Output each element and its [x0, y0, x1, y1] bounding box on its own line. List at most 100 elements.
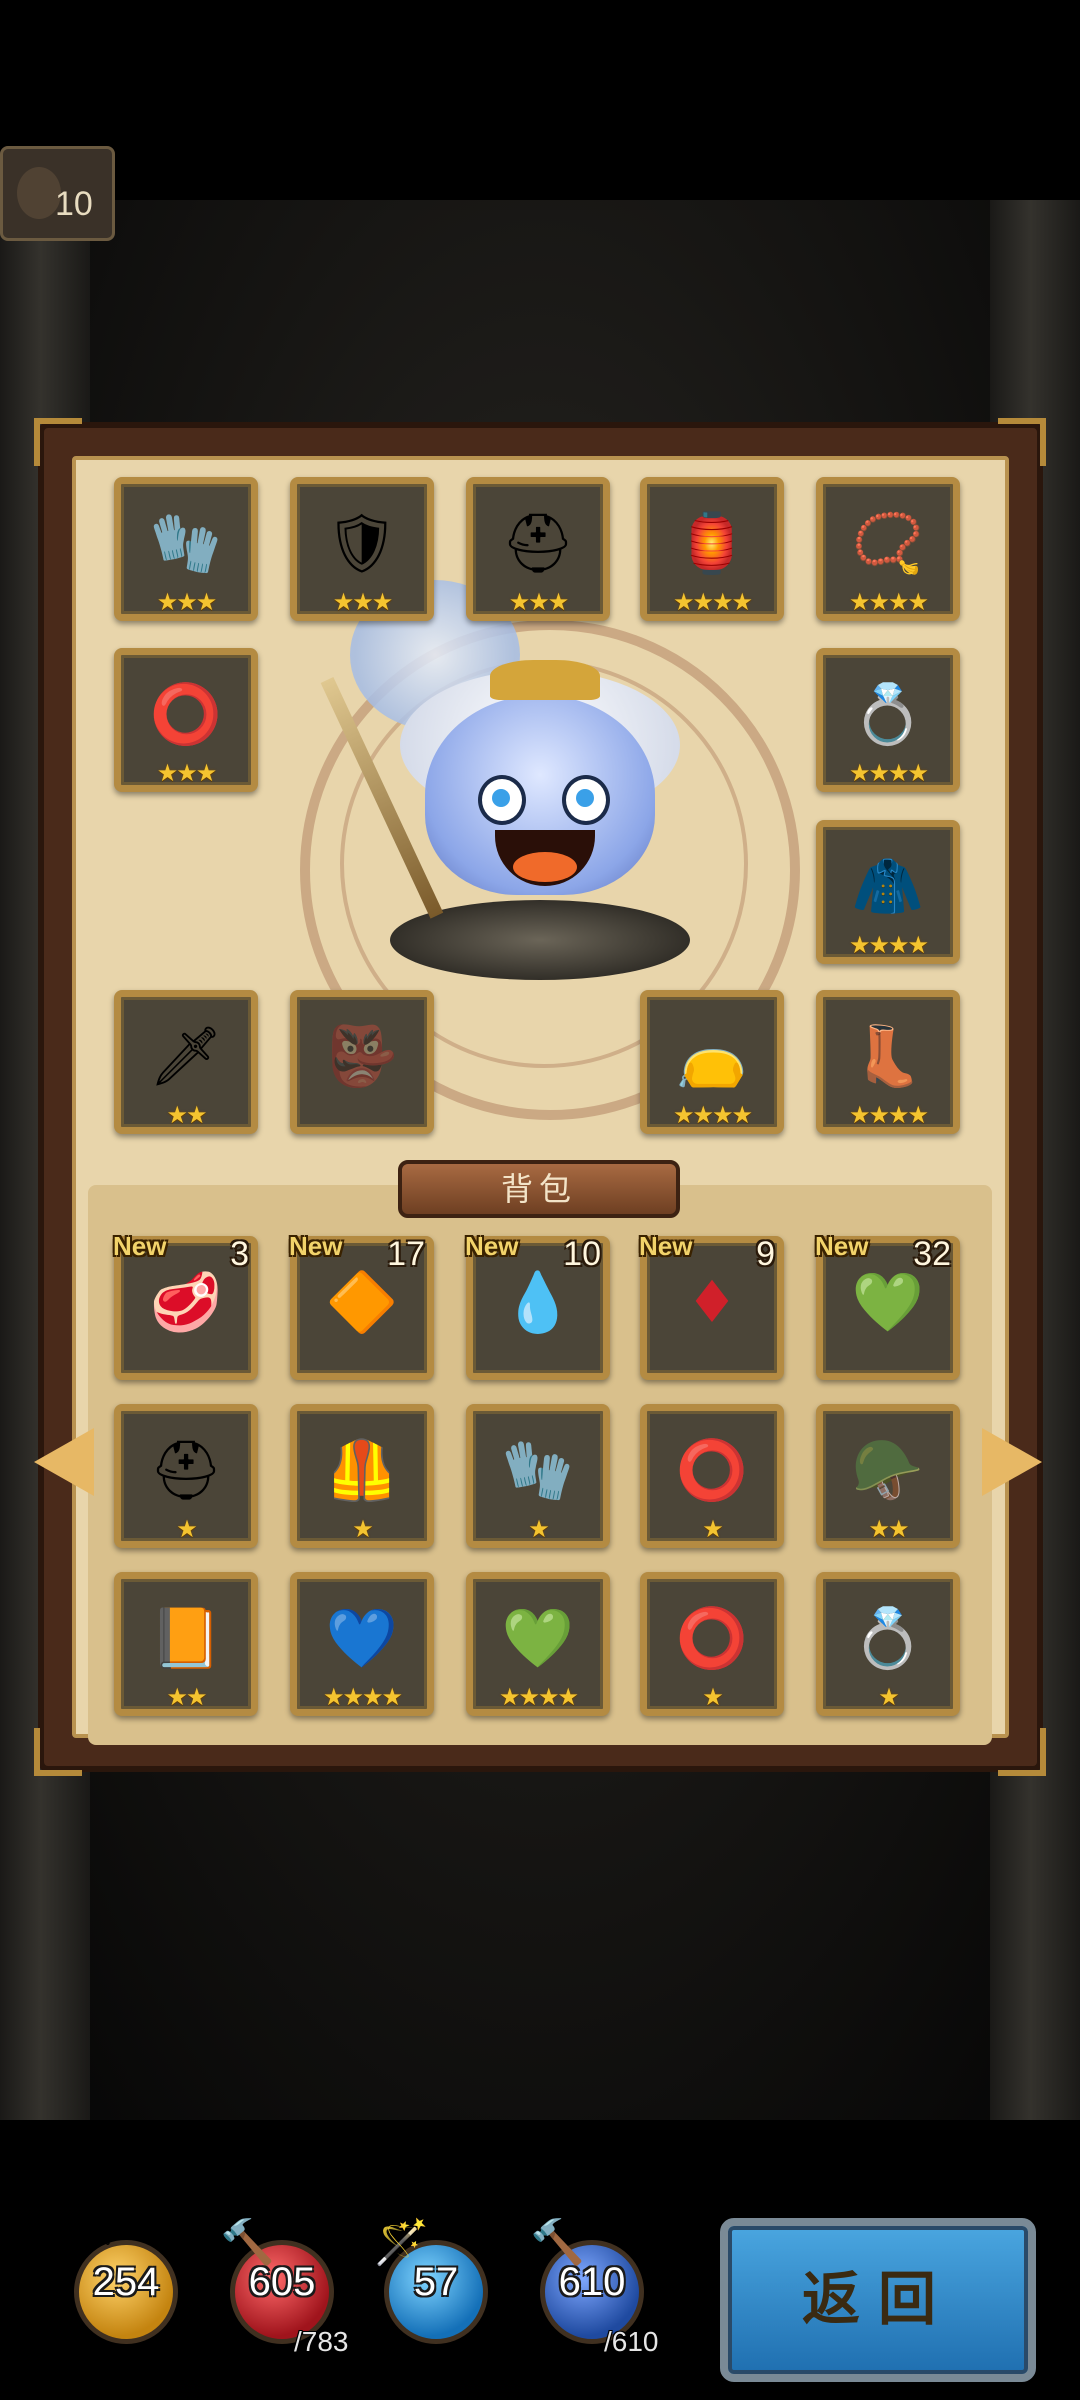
star-rating: ★★★	[156, 759, 218, 787]
equip-slot[interactable]: 🏮 ★★★★	[640, 477, 784, 621]
next-page-arrow-icon[interactable]	[982, 1428, 1042, 1496]
predator-helmet-icon: 🪖	[851, 1436, 925, 1504]
equip-slot[interactable]: 💍 ★★★★	[816, 648, 960, 792]
bag-item[interactable]: ⛑ ★	[114, 1404, 258, 1548]
star-rating: ★★★★	[848, 588, 929, 616]
star-rating: ★★★★	[848, 1101, 929, 1129]
equip-slot-empty[interactable]: 👺	[290, 990, 434, 1134]
mask-icon: 👺	[325, 1022, 399, 1090]
prev-page-arrow-icon[interactable]	[34, 1428, 94, 1496]
item-count: 10	[563, 1235, 601, 1273]
new-badge: New	[113, 1231, 167, 1261]
lantern-icon: 🏮	[675, 509, 749, 577]
item-count: 9	[756, 1235, 775, 1273]
stat-mana: 🔨 610 /610	[530, 2220, 659, 2358]
belt-icon: ⭕	[675, 1604, 749, 1672]
star-rating: ★★★★	[322, 1683, 403, 1711]
star-rating: ★★★★	[848, 931, 929, 959]
gauntlet-icon: 🧤	[501, 1436, 575, 1504]
mana-max: /610	[604, 2326, 659, 2357]
blue-pouch-icon: 💙	[325, 1604, 399, 1672]
equip-slot[interactable]: 🛡 ★★★	[290, 477, 434, 621]
star-rating: ★★★★	[672, 1101, 753, 1129]
bag-title: 背包	[398, 1160, 680, 1218]
star-rating: ★★★★	[848, 759, 929, 787]
star-rating: ★★	[166, 1101, 207, 1129]
star-rating: ★	[878, 1683, 900, 1711]
star-rating: ★	[352, 1515, 374, 1543]
bag-item[interactable]: 🪖 ★★	[816, 1404, 960, 1548]
panel-corner	[34, 1728, 82, 1776]
amulet-icon: 📿	[851, 509, 925, 577]
star-rating: ★★★★	[672, 588, 753, 616]
stat-attack: 🗡 254	[64, 2220, 184, 2350]
hero-crown	[490, 660, 600, 700]
bag-item[interactable]: 💚 ★★★★	[466, 1572, 610, 1716]
star-rating: ★★★	[332, 588, 394, 616]
bracelet-icon: ⭕	[149, 680, 223, 748]
panel-corner	[998, 418, 1046, 466]
bag-item[interactable]: 💧 New 10	[465, 1231, 610, 1380]
bag-item[interactable]: ⭕ ★	[640, 1572, 784, 1716]
star-rating: ★★	[868, 1515, 909, 1543]
magic-value: 57	[413, 2260, 459, 2304]
gauntlet-icon: 🧤	[149, 509, 223, 577]
pouch-icon: 👝	[675, 1022, 749, 1090]
chest-armor-icon: 🦺	[325, 1436, 399, 1504]
top-counter[interactable]: 10	[0, 146, 115, 241]
ring-icon: 💍	[851, 680, 925, 748]
item-count: 3	[230, 1235, 249, 1273]
equip-slot[interactable]: ⛑ ★★★	[466, 477, 610, 621]
stat-hp: 🔨 605 /783	[220, 2220, 349, 2358]
armor-icon: 🛡	[325, 509, 399, 577]
bag-item[interactable]: ♦ New 9	[639, 1231, 784, 1380]
bag-item[interactable]: 💚 New 32	[815, 1231, 960, 1380]
new-badge: New	[289, 1231, 343, 1261]
spellbook-icon: 📙	[149, 1604, 223, 1672]
winged-helmet-icon: ⛑	[149, 1436, 223, 1504]
new-badge: New	[639, 1231, 693, 1261]
equip-slot[interactable]: 🗡 ★★	[114, 990, 258, 1134]
hero-eye-left	[478, 775, 526, 825]
silver-ring-icon: 💍	[851, 1604, 925, 1672]
star-rating: ★	[176, 1515, 198, 1543]
hp-value: 605	[248, 2260, 316, 2304]
red-crystal-icon: ♦	[686, 1268, 738, 1336]
bag-item[interactable]: ⭕ ★	[640, 1404, 784, 1548]
equip-slot[interactable]: 🧥 ★★★★	[816, 820, 960, 964]
hero-eye-right	[562, 775, 610, 825]
star-rating: ★★	[166, 1683, 207, 1711]
star-rating: ★	[528, 1515, 550, 1543]
helmet-icon: ⛑	[501, 509, 575, 577]
bag-item[interactable]: 🥩 New 3	[113, 1231, 258, 1380]
stat-magic: 🪄 57	[374, 2220, 494, 2350]
new-badge: New	[815, 1231, 869, 1261]
equip-slot[interactable]: 📿 ★★★★	[816, 477, 960, 621]
hero-character[interactable]	[320, 580, 730, 980]
equip-slot[interactable]: ⭕ ★★★	[114, 648, 258, 792]
hp-max: /783	[294, 2326, 349, 2357]
equip-slot[interactable]: 🧤 ★★★	[114, 477, 258, 621]
cape-icon: 🧥	[851, 852, 925, 920]
panel-corner	[34, 418, 82, 466]
bag-item[interactable]: 🧤 ★	[466, 1404, 610, 1548]
equip-slot[interactable]: 👢 ★★★★	[816, 990, 960, 1134]
star-rating: ★★★	[508, 588, 570, 616]
bag-item[interactable]: 🦺 ★	[290, 1404, 434, 1548]
back-button[interactable]: 返回	[720, 2218, 1036, 2382]
mana-value: 610	[558, 2260, 626, 2304]
boots-icon: 👢	[851, 1022, 925, 1090]
meat-icon: 🥩	[149, 1268, 223, 1336]
bag-item[interactable]: 📙 ★★	[114, 1572, 258, 1716]
star-rating: ★★★★	[498, 1683, 579, 1711]
star-rating: ★	[702, 1515, 724, 1543]
bag-item[interactable]: 🔶 New 17	[289, 1231, 434, 1380]
equip-slot[interactable]: 👝 ★★★★	[640, 990, 784, 1134]
belt-icon: ⭕	[675, 1436, 749, 1504]
star-rating: ★	[702, 1683, 724, 1711]
top-counter-value: 10	[55, 185, 93, 223]
panel-corner	[998, 1728, 1046, 1776]
attack-value: 254	[92, 2260, 160, 2304]
bag-item[interactable]: 💙 ★★★★	[290, 1572, 434, 1716]
bag-item[interactable]: 💍 ★	[816, 1572, 960, 1716]
